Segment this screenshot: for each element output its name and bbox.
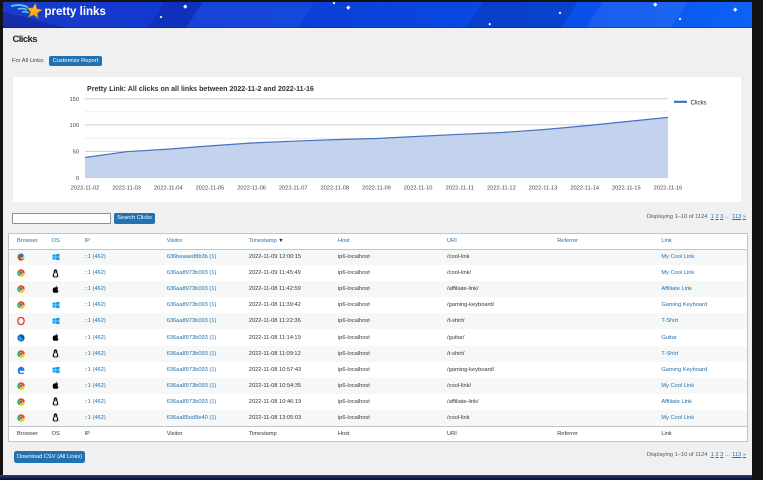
svg-text:Clicks: Clicks: [691, 100, 707, 106]
svg-text:2022-11-08: 2022-11-08: [320, 185, 349, 191]
svg-text:2022-11-02: 2022-11-02: [71, 185, 100, 191]
svg-text:100: 100: [70, 123, 80, 129]
svg-text:2022-11-10: 2022-11-10: [404, 185, 433, 191]
svg-text:2022-11-12: 2022-11-12: [487, 185, 516, 191]
svg-text:2022-11-05: 2022-11-05: [196, 185, 225, 191]
svg-text:0: 0: [76, 176, 79, 182]
svg-text:2022-11-13: 2022-11-13: [529, 185, 558, 191]
svg-text:2022-11-14: 2022-11-14: [570, 185, 599, 191]
svg-text:2022-11-09: 2022-11-09: [362, 185, 391, 191]
svg-text:2022-11-16: 2022-11-16: [654, 185, 683, 191]
svg-text:2022-11-04: 2022-11-04: [154, 185, 183, 191]
svg-text:2022-11-03: 2022-11-03: [112, 185, 141, 191]
svg-text:50: 50: [73, 150, 79, 156]
svg-text:150: 150: [70, 97, 80, 103]
svg-text:2022-11-15: 2022-11-15: [612, 185, 641, 191]
svg-text:2022-11-06: 2022-11-06: [237, 185, 266, 191]
svg-text:Pretty Link: All clicks on all: Pretty Link: All clicks on all links bet…: [87, 85, 314, 93]
svg-text:2022-11-11: 2022-11-11: [446, 185, 474, 191]
svg-text:2022-11-07: 2022-11-07: [279, 185, 308, 191]
